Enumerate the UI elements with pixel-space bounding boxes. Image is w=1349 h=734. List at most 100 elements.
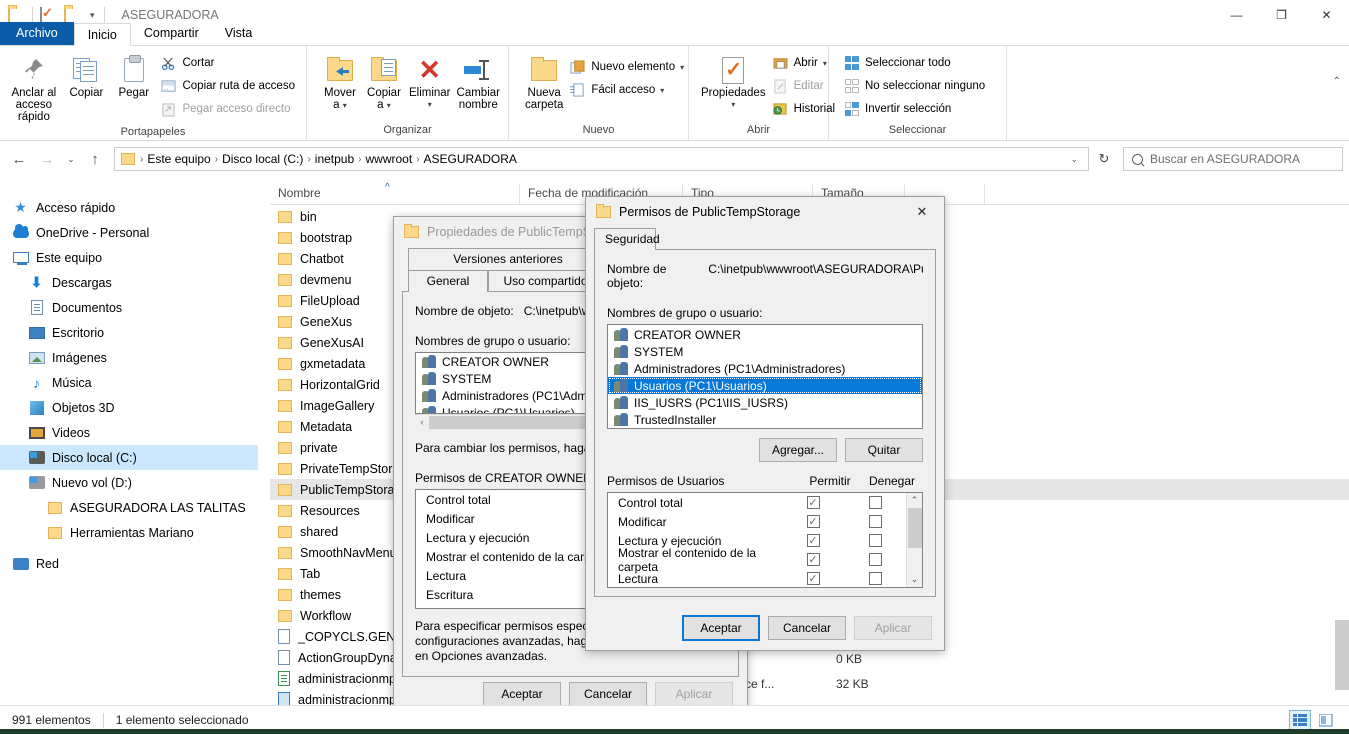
- sidebar-item-aseguradora-las-talitas[interactable]: ASEGURADORA LAS TALITAS: [0, 495, 258, 520]
- new-folder-button[interactable]: Nueva carpeta: [523, 50, 565, 114]
- allow-checkbox[interactable]: ✓: [782, 553, 844, 566]
- allow-checkbox[interactable]: ✓: [782, 496, 844, 509]
- scroll-down-icon[interactable]: ⌄: [911, 572, 919, 587]
- permission-row[interactable]: Mostrar el contenido de la carpeta ✓: [608, 546, 906, 574]
- breadcrumb[interactable]: › Este equipo › Disco local (C:) › inetp…: [114, 147, 1089, 171]
- address-dropdown-icon[interactable]: ⌄: [1064, 154, 1084, 165]
- new-item-button[interactable]: Nuevo elemento ▾: [567, 56, 689, 78]
- up-button[interactable]: ↑: [82, 146, 108, 172]
- tab-compartir[interactable]: Compartir: [131, 22, 212, 45]
- tab-seguridad[interactable]: Seguridad: [594, 228, 660, 250]
- chevron-down-icon[interactable]: ▾: [823, 59, 827, 68]
- allow-checkbox[interactable]: ✓: [782, 572, 844, 585]
- list-item-selected[interactable]: Usuarios (PC1\Usuarios): [608, 377, 922, 394]
- sidebar-item-musica[interactable]: ♪ Música: [0, 370, 258, 395]
- chevron-down-icon[interactable]: ▾: [428, 99, 432, 111]
- breadcrumb-item-wwwroot[interactable]: wwwroot: [363, 152, 416, 166]
- deny-checkbox[interactable]: [844, 496, 906, 509]
- sidebar-item-acceso-rapido[interactable]: ★ Acceso rápido: [0, 195, 258, 220]
- sidebar-item-imagenes[interactable]: Imágenes: [0, 345, 258, 370]
- breadcrumb-item-este-equipo[interactable]: Este equipo: [144, 152, 213, 166]
- forward-button[interactable]: →: [34, 146, 60, 172]
- scroll-left-icon[interactable]: ‹: [415, 417, 429, 427]
- deny-checkbox[interactable]: [844, 515, 906, 528]
- select-none-button[interactable]: No seleccionar ninguno: [841, 75, 990, 97]
- paste-button[interactable]: Pegar: [111, 50, 156, 102]
- deny-checkbox[interactable]: [844, 534, 906, 547]
- search-box[interactable]: Buscar en ASEGURADORA: [1123, 147, 1343, 171]
- rename-button[interactable]: Cambiar nombre: [455, 50, 502, 114]
- copy-path-button[interactable]: ... Copiar ruta de acceso: [158, 75, 300, 97]
- permissions-apply-button[interactable]: Aplicar: [854, 615, 932, 640]
- list-item[interactable]: CREATOR OWNER: [608, 326, 922, 343]
- scrollbar-thumb[interactable]: [907, 508, 922, 548]
- deny-checkbox[interactable]: [844, 572, 906, 585]
- recent-locations-button[interactable]: ⌄: [62, 146, 80, 172]
- copy-button[interactable]: Copiar: [64, 50, 109, 102]
- paste-shortcut-button[interactable]: Pegar acceso directo: [158, 98, 300, 120]
- breadcrumb-item-inetpub[interactable]: inetpub: [312, 152, 357, 166]
- chevron-down-icon[interactable]: ▾: [680, 63, 684, 72]
- tab-archivo[interactable]: Archivo: [0, 22, 74, 45]
- add-group-button[interactable]: Agregar...: [759, 438, 837, 462]
- permissions-cancel-button[interactable]: Cancelar: [768, 615, 846, 640]
- easy-access-button[interactable]: Fácil acceso ▾: [567, 79, 689, 101]
- sidebar-item-herramientas-mariano[interactable]: Herramientas Mariano: [0, 520, 258, 545]
- delete-button[interactable]: ✕ Eliminar ▾: [407, 50, 453, 114]
- chevron-down-icon[interactable]: ▾: [731, 99, 735, 111]
- file-list-scrollbar-thumb[interactable]: [1335, 620, 1349, 690]
- breadcrumb-item-aseguradora[interactable]: ASEGURADORA: [421, 152, 520, 166]
- large-icons-view-icon[interactable]: [1315, 710, 1337, 730]
- permissions-groups-listbox[interactable]: CREATOR OWNER SYSTEM Administradores (PC…: [607, 324, 923, 429]
- details-view-icon[interactable]: [1289, 710, 1311, 730]
- cut-button[interactable]: Cortar: [158, 52, 300, 74]
- tab-general[interactable]: General: [408, 270, 488, 292]
- sidebar-item-este-equipo[interactable]: Este equipo: [0, 245, 258, 270]
- sidebar-item-descargas[interactable]: ⬇ Descargas: [0, 270, 258, 295]
- chevron-down-icon[interactable]: ▾: [660, 86, 664, 95]
- list-item[interactable]: IIS_IUSRS (PC1\IIS_IUSRS): [608, 394, 922, 411]
- properties-accept-button[interactable]: Aceptar: [483, 682, 561, 706]
- qat-dropdown-caret-icon[interactable]: ▾: [88, 10, 97, 21]
- sidebar-item-escritorio[interactable]: Escritorio: [0, 320, 258, 345]
- permissions-dialog-titlebar[interactable]: Permisos de PublicTempStorage ✕: [586, 197, 944, 227]
- column-header-nombre[interactable]: Nombre ^: [270, 182, 520, 205]
- refresh-button[interactable]: ↻: [1091, 147, 1117, 171]
- tab-inicio[interactable]: Inicio: [73, 23, 131, 46]
- back-button[interactable]: ←: [6, 146, 32, 172]
- permissions-table[interactable]: Control total ✓ Modificar ✓ Lectura y ej…: [607, 492, 923, 588]
- tab-vista[interactable]: Vista: [212, 22, 266, 45]
- sidebar-item-videos[interactable]: Videos: [0, 420, 258, 445]
- scroll-up-icon[interactable]: ⌃: [911, 493, 919, 508]
- permission-row[interactable]: Lectura ✓: [608, 569, 906, 587]
- properties-apply-button[interactable]: Aplicar: [655, 682, 733, 706]
- invert-selection-button[interactable]: Invertir selección: [841, 98, 990, 120]
- sidebar-item-nuevo-vol-d[interactable]: Nuevo vol (D:): [0, 470, 258, 495]
- permission-row[interactable]: Modificar ✓: [608, 512, 906, 531]
- permission-row[interactable]: Control total ✓: [608, 493, 906, 512]
- chevron-down-icon[interactable]: ▾: [343, 101, 347, 110]
- deny-checkbox[interactable]: [844, 553, 906, 566]
- allow-checkbox[interactable]: ✓: [782, 534, 844, 547]
- remove-group-button[interactable]: Quitar: [845, 438, 923, 462]
- list-item[interactable]: SYSTEM: [608, 343, 922, 360]
- permissions-dialog-close-button[interactable]: ✕: [900, 197, 944, 227]
- select-all-button[interactable]: Seleccionar todo: [841, 52, 990, 74]
- new-folder-quick-icon[interactable]: [64, 6, 81, 23]
- copy-to-button[interactable]: Copiar a ▾: [363, 50, 405, 115]
- sidebar-item-onedrive[interactable]: OneDrive - Personal: [0, 220, 258, 245]
- tab-versiones-anteriores[interactable]: Versiones anteriores: [408, 248, 608, 271]
- allow-checkbox[interactable]: ✓: [782, 515, 844, 528]
- list-item[interactable]: Administradores (PC1\Administradores): [608, 360, 922, 377]
- pin-to-quick-access-button[interactable]: Anclar al acceso rápido: [6, 50, 62, 126]
- collapse-ribbon-button[interactable]: ⌃: [1333, 76, 1341, 87]
- permissions-table-scrollbar[interactable]: ⌃ ⌄: [906, 493, 922, 587]
- sidebar-item-objetos-3d[interactable]: Objetos 3D: [0, 395, 258, 420]
- permissions-accept-button[interactable]: Aceptar: [682, 614, 760, 641]
- properties-quick-icon[interactable]: [40, 6, 57, 23]
- sidebar-item-documentos[interactable]: Documentos: [0, 295, 258, 320]
- properties-cancel-button[interactable]: Cancelar: [569, 682, 647, 706]
- chevron-down-icon[interactable]: ▾: [387, 101, 391, 110]
- sidebar-item-disco-local-c[interactable]: Disco local (C:): [0, 445, 258, 470]
- sidebar-item-red[interactable]: Red: [0, 551, 258, 576]
